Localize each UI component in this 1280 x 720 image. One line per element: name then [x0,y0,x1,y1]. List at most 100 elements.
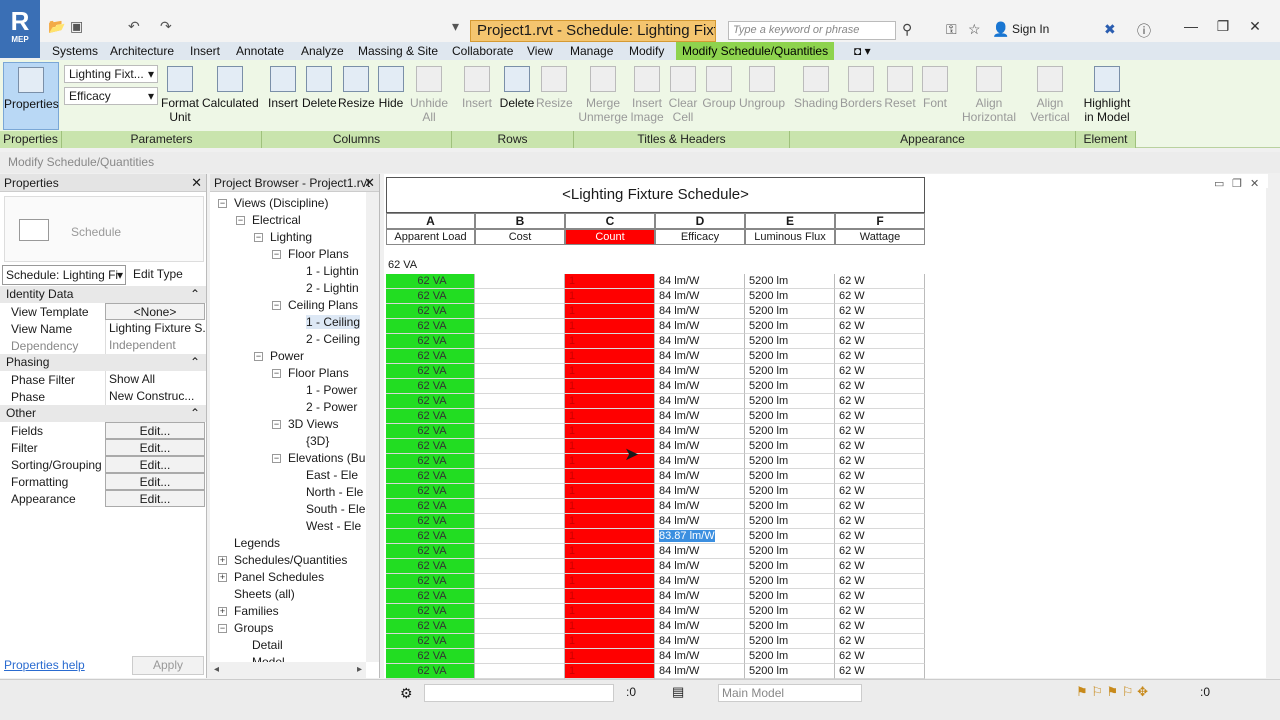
sign-in-link[interactable]: Sign In [1012,22,1049,36]
edit-type-button[interactable]: Edit Type [130,265,205,285]
align-vertical-button[interactable]: Align Vertical [1026,66,1074,124]
table-cell[interactable]: 62 W [835,274,925,289]
section-identity-data[interactable]: Identity Data ⌃ [0,286,206,303]
table-cell[interactable]: 84 lm/W [655,574,745,589]
table-cell[interactable]: 62 VA [386,454,475,469]
view-restore-icon[interactable]: ❐ [1232,177,1242,190]
column-letter[interactable]: E [745,213,835,229]
tab-view[interactable]: View [521,42,559,60]
browser-item[interactable]: Floor Plans [288,366,349,380]
redo-icon[interactable]: ↷ [160,18,172,35]
table-cell[interactable]: 62 W [835,649,925,664]
browser-item[interactable]: 2 - Power [306,400,357,414]
table-cell[interactable]: 84 lm/W [655,349,745,364]
column-header[interactable]: Wattage [835,229,925,245]
table-cell[interactable]: 5200 lm [745,274,835,289]
view-close-icon[interactable]: ✕ [1250,177,1259,190]
parameter-field-combo[interactable]: Efficacy ▾ [64,87,158,105]
table-cell[interactable]: 5200 lm [745,604,835,619]
exchange-apps-icon[interactable]: ✖ [1104,21,1116,38]
undo-icon[interactable]: ↶ [128,18,140,35]
tab-collaborate[interactable]: Collaborate [446,42,519,60]
unhide-all-button[interactable]: Unhide All [408,66,450,124]
subscription-icon[interactable]: ⚿ [946,21,957,38]
table-cell[interactable]: 62 VA [386,424,475,439]
browser-item[interactable]: Elevations (Bu [288,451,365,465]
table-cell[interactable]: 1 [565,664,655,679]
table-cell[interactable]: 62 W [835,559,925,574]
table-cell[interactable]: 62 VA [386,289,475,304]
parameter-category-combo[interactable]: Lighting Fixt... ▾ [64,65,158,83]
table-cell[interactable]: 1 [565,649,655,664]
table-cell[interactable]: 5200 lm [745,499,835,514]
table-cell[interactable]: 84 lm/W [655,424,745,439]
editing-cell-value[interactable]: 83.87 lm/W [659,530,715,542]
table-cell[interactable]: 62 VA [386,499,475,514]
apply-button[interactable]: Apply [132,656,204,675]
table-cell[interactable]: 1 [565,469,655,484]
table-cell[interactable]: 1 [565,319,655,334]
table-cell[interactable]: 84 lm/W [655,394,745,409]
table-cell[interactable] [475,559,565,574]
table-cell[interactable]: 5200 lm [745,319,835,334]
table-cell[interactable]: 62 VA [386,349,475,364]
table-cell[interactable]: 84 lm/W [655,664,745,679]
table-cell[interactable]: 62 W [835,634,925,649]
table-cell[interactable] [475,319,565,334]
table-cell[interactable]: 62 VA [386,274,475,289]
table-cell[interactable]: 5200 lm [745,619,835,634]
table-cell[interactable]: 62 W [835,319,925,334]
table-cell[interactable]: 84 lm/W [655,619,745,634]
type-selector[interactable]: Schedule [4,196,204,262]
table-cell[interactable] [475,334,565,349]
table-cell[interactable]: 62 VA [386,319,475,334]
clear-cell-button[interactable]: Clear Cell [666,66,700,124]
expand-toggle-icon[interactable]: + [218,573,227,582]
table-cell[interactable]: 5200 lm [745,394,835,409]
design-options-icon[interactable]: ▤ [672,684,684,700]
table-cell[interactable]: 1 [565,544,655,559]
table-cell[interactable]: 62 VA [386,649,475,664]
table-cell[interactable]: 62 VA [386,574,475,589]
table-cell[interactable] [475,664,565,679]
group-button[interactable]: Group [702,66,736,110]
table-cell[interactable]: 1 [565,619,655,634]
table-cell[interactable]: 1 [565,604,655,619]
table-cell[interactable]: 62 W [835,529,925,544]
table-cell[interactable]: 84 lm/W [655,439,745,454]
ungroup-button[interactable]: Ungroup [738,66,786,110]
table-cell[interactable] [475,574,565,589]
browser-item[interactable]: {3D} [306,434,329,448]
table-cell[interactable]: 84 lm/W [655,634,745,649]
delete-column-button[interactable]: Delete [302,66,337,110]
table-cell[interactable]: 62 VA [386,484,475,499]
table-cell[interactable]: 84 lm/W [655,334,745,349]
table-cell[interactable]: 1 [565,439,655,454]
minimize-icon[interactable]: — [1176,18,1206,38]
save-icon[interactable]: ▣ [70,18,83,35]
table-cell[interactable]: 62 VA [386,559,475,574]
tab-annotate[interactable]: Annotate [230,42,290,60]
browser-item[interactable]: Electrical [252,213,301,227]
browser-item[interactable]: Lighting [270,230,312,244]
table-cell[interactable]: 5200 lm [745,664,835,679]
browser-item[interactable]: 1 - Lightin [306,264,359,278]
column-header[interactable]: Efficacy [655,229,745,245]
table-cell[interactable]: 1 [565,454,655,469]
table-cell[interactable]: 62 W [835,304,925,319]
table-cell[interactable] [475,634,565,649]
table-cell[interactable]: 62 W [835,394,925,409]
table-cell[interactable]: 1 [565,484,655,499]
expand-toggle-icon[interactable]: − [272,454,281,463]
properties-help-link[interactable]: Properties help [4,658,85,672]
table-cell[interactable]: 1 [565,349,655,364]
star-icon[interactable]: ☆ [968,21,981,38]
column-letter[interactable]: F [835,213,925,229]
workset-combo[interactable] [424,684,614,702]
table-cell[interactable]: 84 lm/W [655,469,745,484]
column-header[interactable]: Cost [475,229,565,245]
browser-item[interactable]: Groups [234,621,273,635]
highlight-in-model-button[interactable]: Highlight in Model [1080,66,1134,124]
resize-column-button[interactable]: Resize [338,66,375,110]
table-cell[interactable]: 5200 lm [745,484,835,499]
